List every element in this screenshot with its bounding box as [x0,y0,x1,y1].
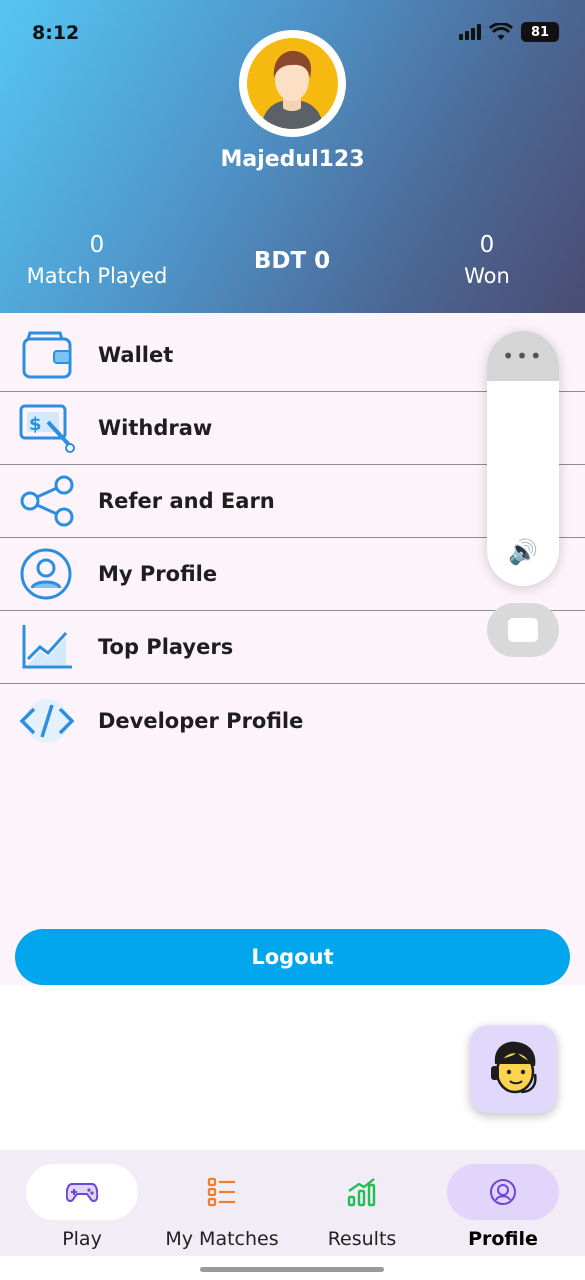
home-indicator[interactable] [200,1267,384,1272]
nav-label: Results [327,1228,397,1250]
nav-pill [166,1164,278,1220]
battery-icon: 81 [521,22,559,42]
won-label: Won [464,264,510,288]
menu-item-label: Wallet [98,343,174,367]
menu-item-label: Refer and Earn [98,489,275,513]
wifi-icon [489,23,513,40]
menu-item-label: Developer Profile [98,708,304,733]
nav-profile[interactable]: Profile [433,1164,573,1250]
matches-played-label: Match Played [26,264,168,288]
withdraw-icon: $ [19,404,75,453]
won-value: 0 [479,232,495,258]
status-icons: 81 [459,22,559,42]
logout-button[interactable]: Logout [15,929,570,985]
nav-label: My Matches [165,1228,279,1250]
nav-label: Play [62,1228,102,1250]
matches-played-stat: 0 Match Played [22,232,172,288]
profile-header: 8:12 81 Majedul123 0 Match Played BDT 0 … [0,0,585,313]
nav-my-matches[interactable]: My Matches [152,1164,292,1250]
user-profile-icon [20,548,72,600]
support-agent-icon [490,1041,537,1094]
avatar-image [247,38,338,129]
nav-results[interactable]: Results [292,1164,432,1250]
svg-text:$: $ [29,414,42,435]
chart-icon [22,625,72,669]
nav-play[interactable]: Play [12,1164,152,1250]
gamepad-icon [66,1183,98,1202]
nav-label: Profile [468,1228,538,1250]
code-icon [19,698,75,743]
profile-icon [490,1179,516,1205]
nav-pill [26,1164,138,1220]
balance-amount: BDT 0 [253,248,331,274]
nav-pill [306,1164,418,1220]
share-icon [20,475,74,527]
menu-item-label: Withdraw [98,416,213,440]
matches-played-value: 0 [89,232,105,258]
list-icon [207,1177,235,1207]
avatar[interactable] [239,30,346,137]
caption-icon[interactable] [487,603,559,657]
nav-pill [447,1164,559,1220]
speaker-icon[interactable]: 🔊 [487,538,559,566]
menu-item-label: My Profile [98,562,218,586]
menu-item-developer-profile[interactable]: Developer Profile [0,684,585,757]
support-agent-button[interactable] [470,1025,557,1113]
wallet-icon [22,331,72,379]
cellular-signal-icon [459,24,481,40]
menu-item-label: Top Players [98,635,234,659]
floating-volume-panel[interactable]: ••• 🔊 [487,331,559,586]
results-chart-icon [347,1178,376,1207]
username: Majedul123 [220,147,365,172]
status-time: 8:12 [32,22,80,44]
bottom-navigation: Play My Matches Results Profile [0,1150,585,1256]
won-stat: 0 Won [437,232,537,288]
